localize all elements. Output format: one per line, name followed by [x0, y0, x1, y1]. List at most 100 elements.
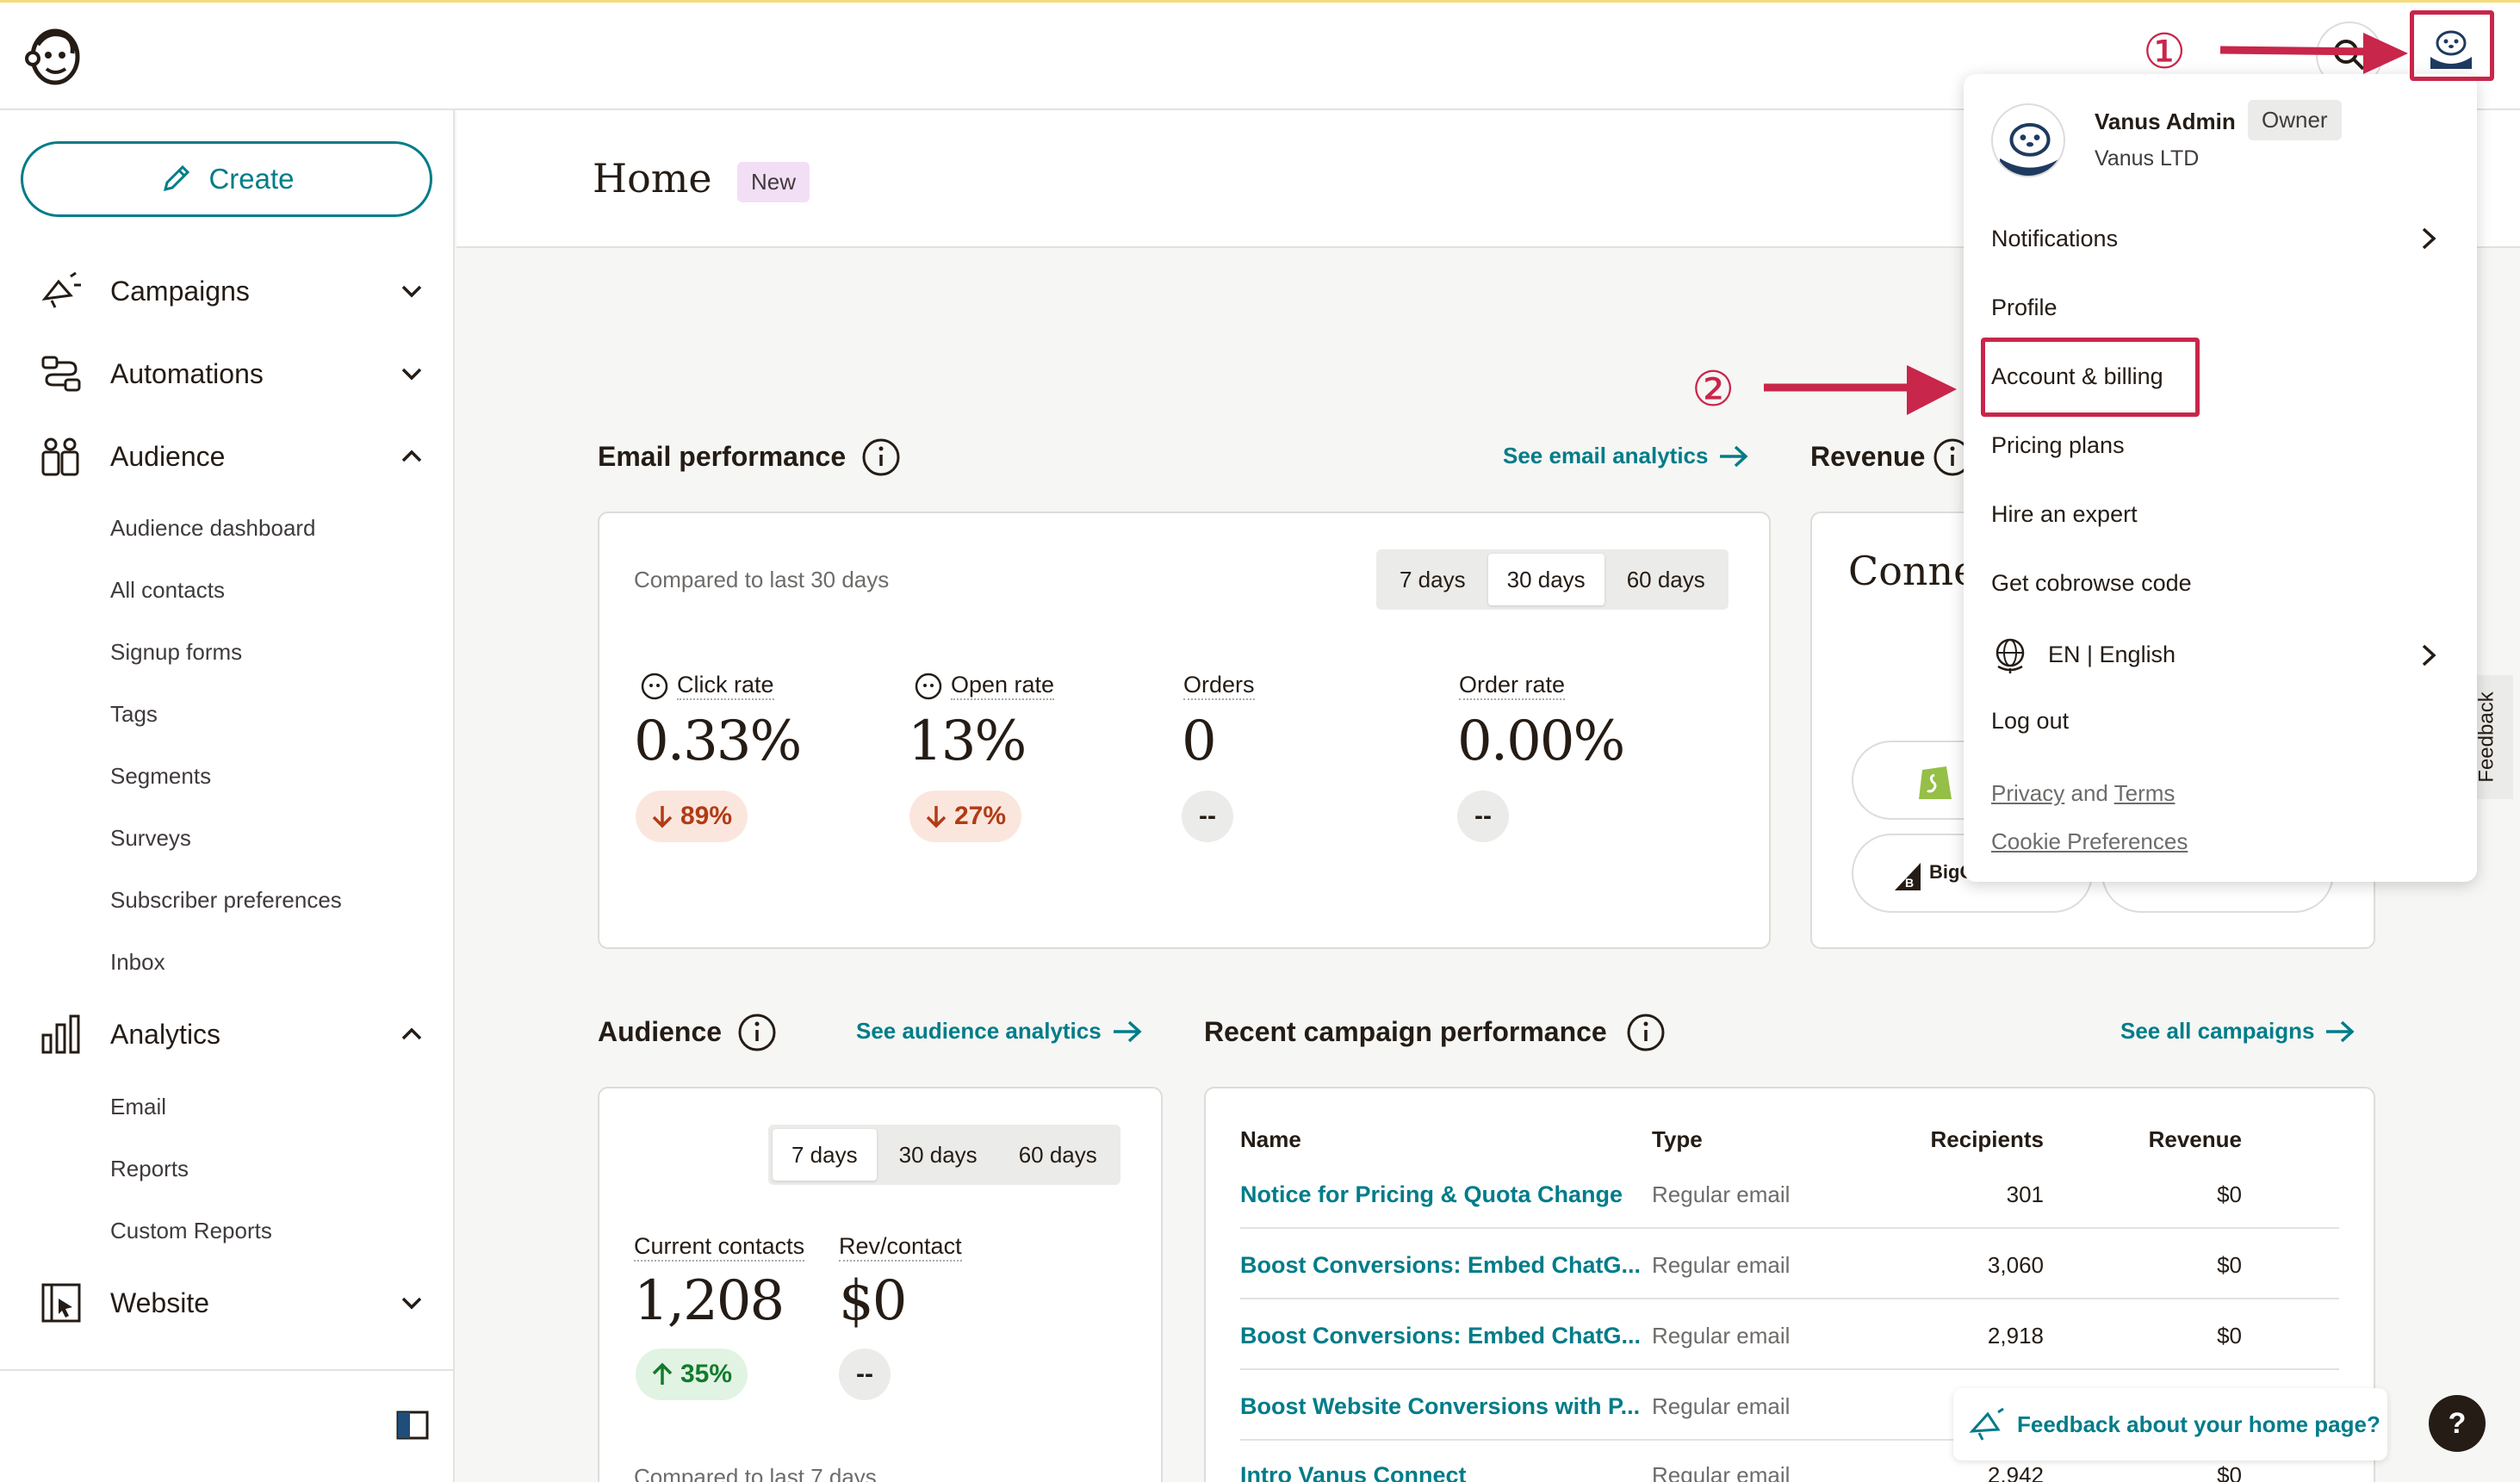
terms-link[interactable]: Terms — [2114, 780, 2176, 806]
order-rate-change: -- — [1457, 791, 1509, 842]
metric-label-text: Order rate — [1459, 672, 1566, 700]
email-performance-title: Email performance — [598, 441, 847, 472]
chevron-down-icon — [401, 285, 422, 298]
chevron-down-icon — [401, 1297, 422, 1310]
feedback-home-button[interactable]: Feedback about your home page? — [1953, 1388, 2387, 1460]
see-audience-analytics-link[interactable]: See audience analytics — [856, 1018, 1143, 1045]
menu-log-out[interactable]: Log out — [1991, 708, 2069, 735]
sub-segments[interactable]: Segments — [110, 763, 211, 790]
metric-label-text: Orders — [1183, 672, 1255, 700]
open-rate-value: 13% — [908, 710, 1027, 773]
automation-flow-icon — [41, 356, 81, 392]
mailchimp-mini-icon — [641, 673, 668, 699]
sub-surveys[interactable]: Surveys — [110, 825, 191, 852]
chevron-up-icon — [401, 1027, 422, 1040]
cookie-preferences-link[interactable]: Cookie Preferences — [1991, 828, 2188, 855]
campaign-type: Regular email — [1652, 1252, 1791, 1278]
sub-custom-reports[interactable]: Custom Reports — [110, 1218, 272, 1244]
sub-inbox[interactable]: Inbox — [110, 949, 165, 976]
sub-signup-forms[interactable]: Signup forms — [110, 639, 242, 666]
change-text: 89% — [680, 802, 733, 830]
campaign-name-link[interactable]: Boost Website Conversions with P... — [1240, 1393, 1640, 1420]
campaign-revenue: $0 — [2217, 1462, 2242, 1482]
metric-label-text: Current contacts — [634, 1233, 805, 1262]
megaphone-icon — [41, 271, 81, 308]
range-7-days[interactable]: 7 days — [773, 1129, 877, 1181]
sub-audience-dashboard[interactable]: Audience dashboard — [110, 515, 316, 542]
sub-reports[interactable]: Reports — [110, 1156, 189, 1182]
current-contacts-label: Current contacts — [634, 1233, 805, 1262]
nav-automations[interactable]: Automations — [0, 339, 455, 408]
collapse-sidebar-icon[interactable] — [396, 1411, 429, 1440]
campaign-revenue: $0 — [2217, 1323, 2242, 1349]
click-rate-change: 89% — [636, 791, 748, 842]
menu-hire-expert[interactable]: Hire an expert — [1991, 501, 2138, 528]
arrow-right-icon — [1720, 445, 1749, 467]
open-rate-label: Open rate — [915, 672, 1055, 700]
arrow-right-icon — [2326, 1020, 2356, 1042]
range-60-days[interactable]: 60 days — [1000, 1129, 1116, 1181]
rev-contact-label: Rev/contact — [839, 1233, 962, 1262]
feedback-home-label: Feedback about your home page? — [2017, 1411, 2380, 1437]
sub-email[interactable]: Email — [110, 1094, 166, 1120]
current-contacts-change: 35% — [636, 1349, 748, 1400]
sub-subscriber-preferences[interactable]: Subscriber preferences — [110, 887, 342, 914]
current-contacts-value: 1,208 — [634, 1269, 785, 1333]
sub-tags[interactable]: Tags — [110, 701, 158, 728]
campaign-recipients: 3,060 — [1987, 1252, 2044, 1278]
link-label: See audience analytics — [856, 1018, 1102, 1044]
metric-label-text: Rev/contact — [839, 1233, 962, 1262]
campaign-name-link[interactable]: Boost Conversions: Embed ChatG... — [1240, 1323, 1641, 1349]
range-30-days[interactable]: 30 days — [1487, 554, 1604, 605]
row-divider — [1240, 1227, 2339, 1229]
campaign-type: Regular email — [1652, 1181, 1791, 1207]
dropdown-avatar — [1991, 103, 2065, 177]
nav-website[interactable]: Website — [0, 1268, 455, 1337]
see-email-analytics-link[interactable]: See email analytics — [1503, 443, 1749, 469]
menu-language[interactable]: EN | English — [1991, 636, 2176, 673]
range-30-days[interactable]: 30 days — [880, 1129, 996, 1181]
campaign-recipients: 301 — [2006, 1181, 2044, 1207]
campaign-name-link[interactable]: Notice for Pricing & Quota Change — [1240, 1181, 1623, 1208]
compared-text: Compared to last 30 days — [634, 567, 890, 592]
arrow-up-icon — [652, 1362, 673, 1385]
campaign-name-link[interactable]: Boost Conversions: Embed ChatG... — [1240, 1252, 1641, 1279]
new-badge: New — [737, 162, 810, 202]
menu-notifications[interactable]: Notifications — [1991, 226, 2118, 252]
campaign-revenue: $0 — [2217, 1252, 2242, 1278]
sub-all-contacts[interactable]: All contacts — [110, 577, 225, 604]
info-icon[interactable] — [1626, 1013, 1666, 1052]
nav-label: Analytics — [110, 1018, 221, 1050]
see-all-campaigns-link[interactable]: See all campaigns — [2120, 1018, 2356, 1045]
col-type: Type — [1652, 1126, 1703, 1152]
help-button[interactable]: ? — [2429, 1395, 2486, 1452]
range-60-days[interactable]: 60 days — [1608, 554, 1724, 605]
nav-analytics[interactable]: Analytics — [0, 1000, 455, 1069]
create-button[interactable]: Create — [21, 141, 432, 217]
mailchimp-logo-icon[interactable] — [22, 22, 88, 88]
privacy-link[interactable]: Privacy — [1991, 780, 2064, 806]
orders-change: -- — [1182, 791, 1233, 842]
nav-label: Audience — [110, 440, 226, 472]
and-text: and — [2070, 780, 2108, 806]
info-icon[interactable] — [737, 1013, 777, 1052]
campaign-name-link[interactable]: Intro Vanus Connect — [1240, 1462, 1467, 1482]
col-revenue: Revenue — [2148, 1126, 2242, 1152]
order-rate-label: Order rate — [1459, 672, 1566, 700]
nav-campaigns[interactable]: Campaigns — [0, 257, 455, 326]
info-icon[interactable] — [861, 437, 901, 477]
metric-label-text: Click rate — [677, 672, 774, 700]
menu-cobrowse-code[interactable]: Get cobrowse code — [1991, 570, 2192, 597]
range-7-days[interactable]: 7 days — [1381, 554, 1485, 605]
menu-pricing-plans[interactable]: Pricing plans — [1991, 432, 2125, 459]
svg-text:B: B — [1905, 876, 1914, 890]
legal-links: Privacy and Terms — [1991, 780, 2175, 807]
menu-profile[interactable]: Profile — [1991, 295, 2058, 321]
campaign-type: Regular email — [1652, 1393, 1791, 1419]
audience-compared-text: Compared to last 7 days — [634, 1464, 877, 1482]
campaign-recipients: 2,942 — [1987, 1462, 2044, 1482]
step-2-marker: ② — [1691, 362, 1735, 418]
highlight-account-billing — [1981, 338, 2200, 417]
nav-label: Campaigns — [110, 275, 250, 307]
nav-audience[interactable]: Audience — [0, 422, 455, 491]
